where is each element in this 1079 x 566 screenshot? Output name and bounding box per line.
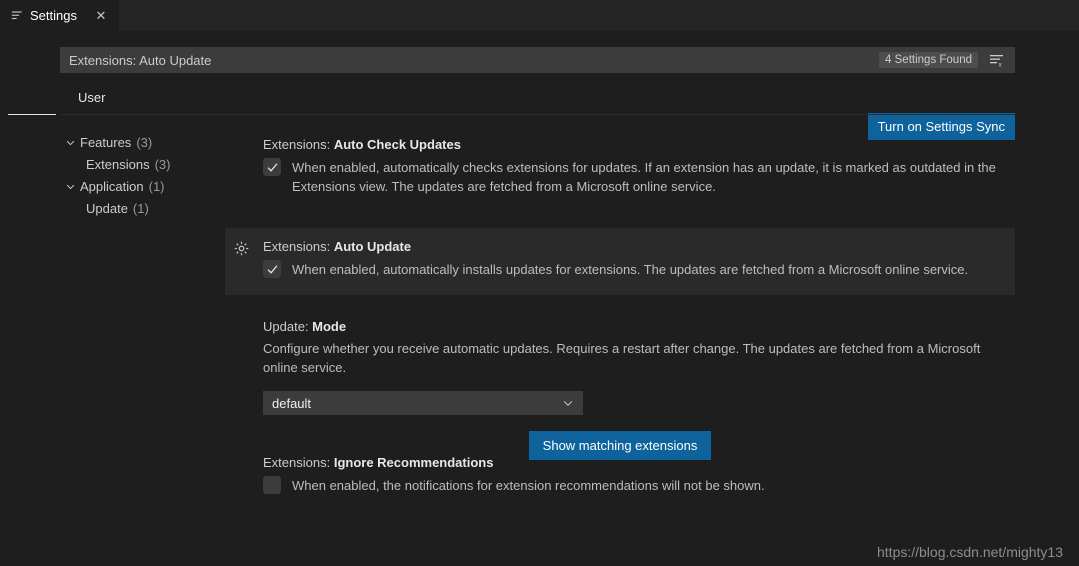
- chevron-down-icon[interactable]: [62, 178, 78, 194]
- toc-item-application[interactable]: Application (1): [62, 175, 232, 197]
- search-input[interactable]: Extensions: Auto Update 4 Settings Found…: [60, 47, 1015, 73]
- setting-category: Extensions:: [263, 239, 334, 254]
- toc-item-count: (1): [132, 200, 149, 216]
- toc-item-features[interactable]: Features (3): [62, 131, 232, 153]
- settings-editor: Extensions: Auto Update 4 Settings Found…: [0, 31, 1079, 566]
- setting-title: Extensions: Auto Update: [263, 239, 1015, 254]
- setting-description: Configure whether you receive automatic …: [263, 341, 981, 375]
- setting-category: Update:: [263, 319, 313, 334]
- checkbox-auto-check-updates[interactable]: [263, 158, 281, 176]
- setting-title: Update: Mode: [263, 319, 1015, 334]
- setting-title: Extensions: Auto Check Updates: [263, 137, 1015, 152]
- checkbox-auto-update[interactable]: [263, 260, 281, 278]
- setting-name: Mode: [312, 319, 347, 334]
- chevron-down-icon[interactable]: [62, 134, 78, 150]
- tab-settings[interactable]: Settings ✕: [0, 0, 119, 31]
- tab-bar-empty-space: [118, 0, 1079, 31]
- clear-filter-icon[interactable]: x: [988, 51, 1006, 69]
- gear-icon[interactable]: [233, 240, 249, 256]
- setting-row[interactable]: Extensions: Auto Update When enabled, au…: [225, 228, 1015, 295]
- settings-search-row: Extensions: Auto Update 4 Settings Found…: [60, 47, 1015, 73]
- toc-item-update[interactable]: Update (1): [62, 197, 232, 219]
- editor-tab-bar: Settings ✕: [0, 0, 1079, 32]
- toc-item-label: Features: [80, 134, 132, 150]
- tab-user-active-underline: [8, 114, 56, 115]
- toc-item-extensions[interactable]: Extensions (3): [62, 153, 232, 175]
- toc-item-count: (3): [154, 156, 171, 172]
- settings-tabs-row: User Turn on Settings Sync: [60, 83, 1015, 140]
- toc-item-label: Update: [86, 200, 128, 216]
- watermark: https://blog.csdn.net/mighty13: [877, 544, 1063, 560]
- settings-found-badge: 4 Settings Found: [879, 52, 978, 68]
- tab-title: Settings: [30, 8, 77, 23]
- settings-toc-tree: Features (3) Extensions (3) Application …: [62, 131, 232, 219]
- toc-item-label: Application: [80, 178, 144, 194]
- select-value: default: [272, 395, 312, 411]
- setting-name: Auto Update: [333, 239, 412, 254]
- setting-control-line: When enabled, the notifications for exte…: [263, 475, 1015, 495]
- toc-item-label: Extensions: [86, 156, 150, 172]
- show-matching-extensions-button[interactable]: Show matching extensions: [528, 431, 712, 460]
- header-divider: [60, 114, 1015, 115]
- setting-control-line: When enabled, automatically installs upd…: [263, 259, 1015, 279]
- setting-control-line: When enabled, automatically checks exten…: [263, 157, 1015, 196]
- toc-item-count: (3): [136, 134, 153, 150]
- checkbox-ignore-recommendations[interactable]: [263, 476, 281, 494]
- settings-list-icon: [10, 9, 24, 23]
- show-matching-extensions-row: Show matching extensions: [225, 431, 1015, 460]
- chevron-down-icon: [562, 397, 574, 409]
- setting-description: When enabled, automatically installs upd…: [292, 262, 969, 277]
- select-update-mode[interactable]: default: [263, 391, 583, 415]
- setting-description: When enabled, the notifications for exte…: [292, 478, 765, 493]
- svg-text:x: x: [999, 62, 1003, 69]
- setting-category: Extensions:: [263, 137, 334, 152]
- toc-item-count: (1): [148, 178, 165, 194]
- setting-row[interactable]: Update: Mode Configure whether you recei…: [225, 311, 1015, 423]
- tab-user[interactable]: User: [68, 87, 115, 113]
- setting-description: When enabled, automatically checks exten…: [292, 160, 996, 194]
- setting-name: Auto Check Updates: [333, 137, 461, 152]
- close-icon[interactable]: ✕: [93, 8, 109, 24]
- search-input-value: Extensions: Auto Update: [69, 52, 212, 68]
- setting-row[interactable]: Extensions: Auto Check Updates When enab…: [225, 131, 1015, 204]
